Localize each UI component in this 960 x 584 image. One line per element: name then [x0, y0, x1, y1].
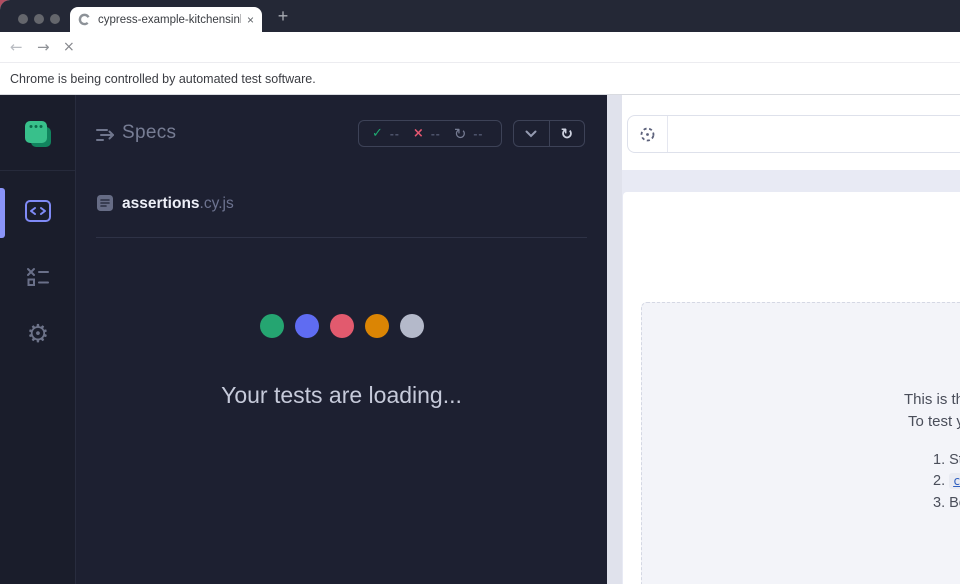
- loading-dot: [400, 314, 424, 338]
- list-number: 1.: [933, 452, 945, 468]
- selector-playground-button[interactable]: [628, 116, 668, 152]
- close-tab-icon[interactable]: ×: [247, 13, 254, 27]
- collapse-button[interactable]: [514, 121, 550, 146]
- specs-panel: Specs ✓ -- × -- ↻ -- ↻: [76, 95, 607, 584]
- aut-url-bar[interactable]: [627, 115, 960, 153]
- loading-dot: [365, 314, 389, 338]
- sidebar-item-settings[interactable]: ⚙: [24, 319, 52, 348]
- test-results-icon: [26, 267, 50, 287]
- preview-header: [622, 95, 960, 170]
- failed-cross-icon: ×: [413, 126, 424, 141]
- spec-actions: ↻: [513, 120, 585, 147]
- back-button[interactable]: ←: [10, 32, 23, 62]
- code-link[interactable]: cy: [949, 473, 960, 489]
- pending-count: --: [473, 127, 483, 141]
- browser-window: cypress-example-kitchensink × + ← → × ⓘ …: [0, 0, 960, 584]
- gear-icon: ⚙: [27, 319, 49, 348]
- spec-file-name: assertions: [122, 195, 200, 212]
- passed-count: --: [390, 127, 400, 141]
- forward-button[interactable]: →: [37, 32, 50, 62]
- tab-title: cypress-example-kitchensink: [98, 14, 241, 26]
- code-window-icon: [25, 200, 51, 222]
- list-item: 1. St: [933, 452, 960, 468]
- list-number: 3.: [933, 495, 945, 511]
- loading-dots: [76, 314, 607, 338]
- app-preview: This is th To test y 1. St 2. cy 3. Be: [622, 95, 960, 584]
- aut-url-field[interactable]: [668, 116, 960, 152]
- aut-content: This is th To test y 1. St 2. cy 3. Be: [641, 302, 960, 584]
- screen: cypress-example-kitchensink × + ← → × ⓘ …: [0, 0, 960, 584]
- stop-button[interactable]: ×: [63, 32, 75, 62]
- loading-dot: [330, 314, 354, 338]
- active-nav-indicator: [0, 188, 5, 238]
- list-number: 2.: [933, 473, 945, 489]
- window-control-minimize-icon[interactable]: [34, 14, 44, 24]
- browser-tabbar: cypress-example-kitchensink × +: [0, 0, 960, 32]
- list-item: 3. Be: [933, 495, 960, 511]
- passed-check-icon: ✓: [372, 126, 383, 141]
- loading-dot: [260, 314, 284, 338]
- failed-count: --: [431, 127, 441, 141]
- jumbotron-line2: To test y: [908, 413, 960, 430]
- pending-icon: ↻: [454, 125, 467, 143]
- automation-banner: Chrome is being controlled by automated …: [0, 62, 960, 95]
- panel-resizer[interactable]: [607, 95, 622, 584]
- chevron-down-icon: [525, 130, 537, 138]
- new-tab-button[interactable]: +: [271, 4, 295, 28]
- crosshair-icon: [638, 125, 657, 144]
- specs-panel-title: Specs: [122, 122, 176, 144]
- list-text: St: [949, 452, 960, 468]
- jumbotron-line1: This is th: [904, 391, 960, 408]
- list-text: Be: [949, 495, 960, 511]
- loading-dot: [295, 314, 319, 338]
- automation-banner-text: Chrome is being controlled by automated …: [10, 72, 316, 86]
- rail-divider: [0, 170, 75, 171]
- spec-file-extension: .cy.js: [200, 195, 234, 212]
- refresh-icon: ↻: [560, 125, 573, 143]
- sidebar-item-specs[interactable]: [25, 200, 51, 227]
- spec-file-icon: [96, 194, 114, 217]
- spec-file-row[interactable]: assertions.cy.js: [122, 195, 234, 213]
- list-item: 2. cy: [933, 473, 960, 489]
- window-control-close-icon[interactable]: [18, 14, 28, 24]
- run-stats-badge: ✓ -- × -- ↻ --: [358, 120, 502, 147]
- cypress-favicon-icon: [78, 13, 91, 26]
- nav-rail: ⚙: [0, 95, 76, 584]
- loading-message: Your tests are loading...: [76, 382, 607, 409]
- cypress-app: ⚙ Specs ✓ -- × --: [0, 95, 960, 584]
- sidebar-item-runs[interactable]: [26, 267, 50, 292]
- rerun-button[interactable]: ↻: [550, 121, 585, 146]
- cypress-logo-icon[interactable]: [23, 119, 53, 154]
- browser-tab[interactable]: cypress-example-kitchensink ×: [70, 7, 262, 32]
- aut-viewport: This is th To test y 1. St 2. cy 3. Be: [623, 192, 960, 584]
- window-control-maximize-icon[interactable]: [50, 14, 60, 24]
- specs-list-icon: [96, 127, 116, 148]
- browser-toolbar: ← → × ⓘ localhost:8080/__/#/specs/runner…: [0, 32, 960, 62]
- divider: [96, 237, 587, 238]
